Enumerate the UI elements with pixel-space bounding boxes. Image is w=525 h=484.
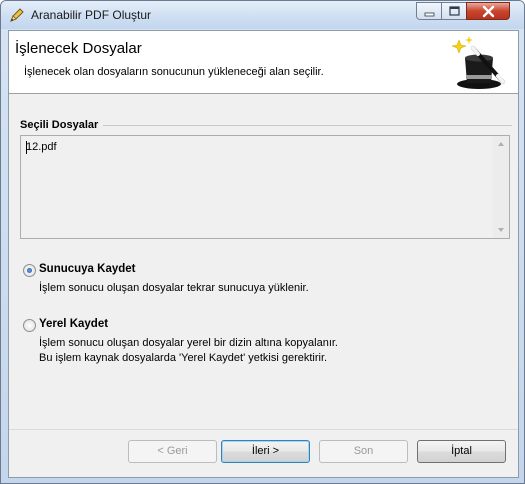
page-subtitle: İşlenecek olan dosyaların sonucunun yükl… [24,66,324,78]
radio-save-local[interactable] [23,319,36,332]
option-save-local-description-line2: Bu işlem kaynak dosyalarda 'Yerel Kaydet… [39,352,328,364]
magic-wand-hat-icon [451,36,505,89]
text-caret [26,141,27,154]
wizard-window: Aranabilir PDF Oluştur İşlenecek Dosyala… [0,0,525,484]
selected-files-label: Seçili Dosyalar [20,119,99,131]
scroll-up-icon[interactable] [493,136,509,152]
option-save-local-label[interactable]: Yerel Kaydet [39,318,108,330]
wizard-header: İşlenecek Dosyalar İşlenecek olan dosyal… [9,31,518,94]
wizard-body: İşlenecek Dosyalar İşlenecek olan dosyal… [8,30,519,478]
pen-icon [9,7,25,23]
option-upload-to-server-description: İşlem sonucu oluşan dosyalar tekrar sunu… [39,282,309,294]
cancel-button[interactable]: İptal [417,440,506,463]
maximize-icon [449,6,460,16]
radio-upload-to-server[interactable] [23,264,36,277]
group-divider [103,125,512,126]
close-icon [482,5,495,18]
page-title: İşlenecek Dosyalar [15,40,142,57]
radio-selected-dot [27,268,32,273]
minimize-button[interactable] [416,2,442,20]
files-scrollbar[interactable] [493,136,509,238]
option-upload-to-server-label[interactable]: Sunucuya Kaydet [39,263,136,275]
selected-files-list[interactable]: 12.pdf [20,135,510,239]
close-button[interactable] [466,2,510,20]
maximize-button[interactable] [441,2,467,20]
next-button[interactable]: İleri > [221,440,310,463]
minimize-icon [424,12,435,17]
footer-divider [9,429,518,430]
finish-button[interactable]: Son [319,440,408,463]
back-button[interactable]: < Geri [128,440,217,463]
scroll-down-icon[interactable] [493,222,509,238]
option-save-local-description-line1: İşlem sonucu oluşan dosyalar yerel bir d… [39,337,338,349]
title-bar[interactable]: Aranabilir PDF Oluştur [1,1,524,29]
window-title: Aranabilir PDF Oluştur [31,8,152,22]
file-item[interactable]: 12.pdf [26,141,57,153]
